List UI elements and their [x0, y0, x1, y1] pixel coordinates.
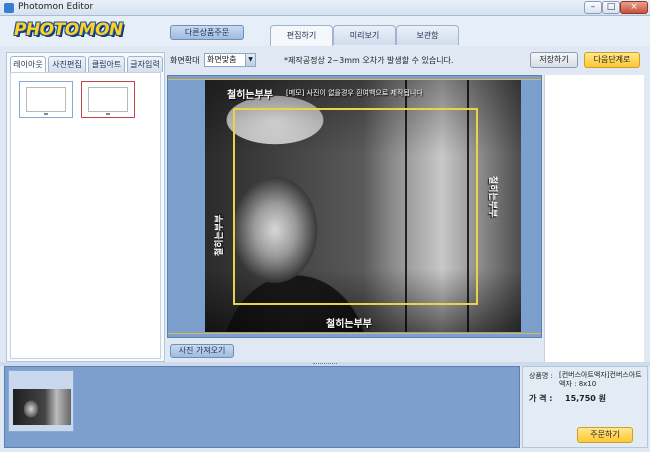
order-panel: 상품명 : [컨버스아트액자]컨버스아트액자 : 8x10 가 격 : 15,7… [522, 366, 648, 448]
chevron-down-icon[interactable]: ▼ [245, 54, 255, 66]
subtab-text-input[interactable]: 글자입력 [127, 56, 163, 72]
photomon-logo: PHOTOMON [14, 20, 123, 40]
top-bar: PHOTOMON 다른상품주문 편집하기 미리보기 보관함 [0, 16, 650, 46]
subtab-clipart[interactable]: 클립아트 [88, 56, 125, 72]
app-icon [4, 3, 14, 13]
product-label: 상품명 : [529, 372, 553, 380]
photo-tray [4, 366, 520, 448]
window-title: Photomon Editor [18, 2, 94, 12]
order-button[interactable]: 주문하기 [577, 427, 633, 443]
next-step-button[interactable]: 다음단계로 [584, 52, 640, 68]
layout-thumbnail[interactable] [19, 81, 73, 118]
tray-photo-image [13, 389, 71, 425]
canvas-guide-line [168, 333, 541, 334]
zoom-label: 화면확대 [170, 56, 200, 65]
title-bar: Photomon Editor – □ × [0, 0, 650, 16]
product-name: [컨버스아트액자]컨버스아트액자 : 8x10 [559, 371, 642, 388]
layout-thumbnail-frame [26, 87, 66, 112]
import-photo-button[interactable]: 사진 가져오기 [170, 344, 234, 358]
left-panel: 레이아웃 사진편집 클립아트 글자입력 [6, 52, 165, 362]
tab-preview[interactable]: 미리보기 [333, 25, 396, 45]
layout-thumbnail-frame [88, 87, 128, 112]
price-label: 가 격 : [529, 394, 553, 403]
caption-top-note[interactable]: [메모] 사진이 없을경우 흰여백으로 제작됩니다 [286, 88, 423, 98]
editor-toolbar: 화면확대 화면맞춤 ▼ *제작공정상 2~3mm 오차가 발생할 수 있습니다.… [166, 50, 644, 72]
splitter-grip[interactable] [313, 363, 337, 365]
caption-right[interactable]: 철히는부부 [487, 176, 500, 217]
caption-top[interactable]: 철히는부부 [227, 86, 273, 101]
tab-storage[interactable]: 보관함 [396, 25, 459, 45]
save-button[interactable]: 저장하기 [530, 52, 578, 68]
other-order-button[interactable]: 다른상품주문 [170, 25, 244, 40]
tab-edit[interactable]: 편집하기 [270, 25, 333, 46]
subtab-photo-edit[interactable]: 사진편집 [48, 56, 86, 72]
layout-thumbnail-marker [44, 113, 48, 115]
subtab-layout[interactable]: 레이아웃 [10, 56, 46, 72]
caption-left[interactable]: 철히는부부 [212, 215, 225, 256]
layout-thumbnail-marker [106, 113, 110, 115]
safe-area-frame[interactable] [233, 108, 478, 305]
layout-list [10, 72, 161, 359]
layout-thumbnail[interactable] [81, 81, 135, 118]
close-button[interactable]: × [620, 1, 648, 14]
minimize-button[interactable]: – [584, 1, 602, 14]
maximize-button[interactable]: □ [602, 1, 620, 14]
edit-canvas: 철히는부부 [메모] 사진이 없을경우 흰여백으로 제작됩니다 철히는부부 철히… [167, 75, 542, 338]
zoom-value: 화면맞춤 [207, 55, 237, 64]
production-notice: *제작공정상 2~3mm 오차가 발생할 수 있습니다. [284, 56, 454, 65]
right-panel [544, 75, 644, 362]
price-value: 15,750 원 [565, 394, 607, 403]
caption-bottom[interactable]: 철히는부부 [326, 315, 372, 330]
tray-photo-thumbnail[interactable] [8, 370, 74, 432]
zoom-select[interactable]: 화면맞춤 ▼ [204, 53, 256, 67]
